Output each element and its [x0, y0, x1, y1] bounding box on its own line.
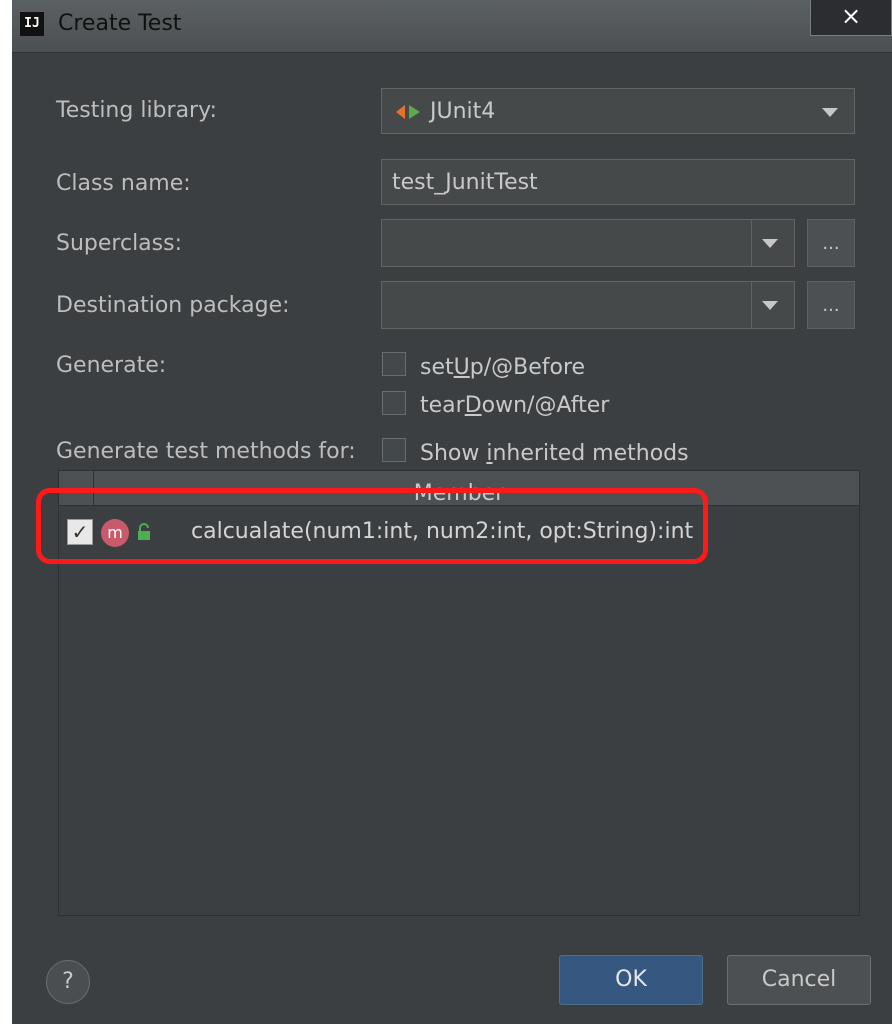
generate-label: Generate:: [56, 353, 167, 378]
testing-library-value: JUnit4: [430, 99, 496, 124]
destination-package-combo[interactable]: [381, 281, 795, 329]
highlight-annotation: [36, 488, 708, 564]
chevron-down-icon: [822, 108, 838, 117]
class-name-label: Class name:: [56, 171, 191, 196]
chevron-down-icon[interactable]: [762, 301, 778, 310]
generate-methods-label: Generate test methods for:: [56, 439, 356, 464]
teardown-checkbox-label[interactable]: tearDown/@After: [420, 393, 609, 418]
superclass-label: Superclass:: [56, 231, 182, 256]
close-button[interactable]: ×: [810, 0, 892, 36]
help-button[interactable]: ?: [46, 960, 90, 1004]
chevron-down-icon[interactable]: [762, 239, 778, 248]
window-title: Create Test: [58, 11, 182, 36]
superclass-browse-button[interactable]: ...: [807, 219, 855, 267]
destination-package-browse-button[interactable]: ...: [807, 281, 855, 329]
class-name-input[interactable]: test_JunitTest: [381, 159, 855, 205]
superclass-combo[interactable]: [381, 219, 795, 267]
title-bar: IJ Create Test ×: [12, 0, 892, 53]
setup-checkbox[interactable]: [382, 352, 406, 376]
testing-library-label: Testing library:: [56, 98, 217, 123]
combo-separator: [751, 282, 752, 328]
junit-icon: [396, 105, 420, 119]
show-inherited-checkbox[interactable]: [382, 438, 406, 462]
ok-button[interactable]: OK: [559, 955, 703, 1005]
testing-library-select[interactable]: JUnit4: [381, 88, 855, 134]
class-name-value: test_JunitTest: [392, 170, 538, 195]
destination-package-label: Destination package:: [56, 293, 290, 318]
intellij-logo-icon: IJ: [20, 12, 44, 36]
setup-checkbox-label[interactable]: setUp/@Before: [420, 355, 585, 380]
cancel-button[interactable]: Cancel: [727, 955, 871, 1005]
teardown-checkbox[interactable]: [382, 391, 406, 415]
show-inherited-label[interactable]: Show inherited methods: [420, 441, 689, 466]
combo-separator: [751, 220, 752, 266]
